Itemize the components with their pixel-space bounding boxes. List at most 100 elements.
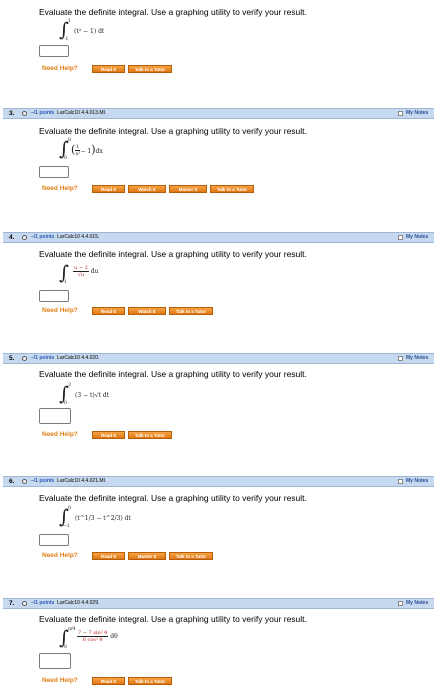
answer-field[interactable]	[39, 290, 69, 302]
status-icon	[22, 111, 27, 116]
lower-limit: 0	[64, 645, 67, 650]
my-notes-toggle[interactable]: My Notes	[398, 478, 430, 485]
read-it-button[interactable]: Read It	[92, 431, 125, 439]
fraction-denominator: 8 cos² θ	[82, 637, 103, 643]
problem-number: 4.	[9, 234, 15, 241]
integrand: 7 − 7 sin² θ8 cos² θ dθ	[77, 630, 118, 643]
problem-header: 3. –/1 points LarCalc10 4.4.013.MI. My N…	[3, 108, 434, 119]
my-notes-toggle[interactable]: My Notes	[398, 234, 430, 241]
points-ref: –/1 points LarCalc10 4.4.013.MI.	[31, 109, 106, 118]
read-it-button[interactable]: Read It	[92, 677, 125, 685]
watch-it-button[interactable]: Watch It	[128, 307, 166, 315]
ref-label: LarCalc10 4.4.021.MI.	[57, 478, 107, 484]
need-help-label: Need Help?	[42, 307, 78, 314]
fraction: 7 − 7 sin² θ8 cos² θ	[77, 630, 109, 643]
status-icon	[22, 601, 27, 606]
integrand: (t² − 1) dt	[74, 28, 105, 35]
fraction-numerator: u − 2	[73, 265, 89, 272]
notes-checkbox-icon	[398, 111, 403, 116]
ref-label: LarCalc10 4.4.029.	[57, 600, 100, 606]
integrand: (t^1/3 − t^2/3) dt	[75, 515, 131, 522]
status-icon	[22, 479, 27, 484]
read-it-button[interactable]: Read It	[92, 185, 125, 193]
lower-limit: 0	[64, 401, 67, 406]
points-ref: –/1 points LarCalc10 4.4.029.	[31, 599, 99, 608]
points-ref: –/1 points LarCalc10 4.4.021.MI.	[31, 477, 106, 486]
my-notes-label: My Notes	[406, 355, 429, 361]
need-help-label: Need Help?	[42, 431, 78, 438]
integral-expression: ∫ 0 −1 (t^1/3 − t^2/3) dt	[59, 506, 149, 533]
points-ref: –/1 points LarCalc10 4.4.015.	[31, 233, 99, 242]
master-it-button[interactable]: Master It	[128, 552, 166, 560]
problem-number: 6.	[9, 478, 15, 485]
lower-limit: 1	[64, 280, 67, 285]
integrand: u − 2 √u du	[73, 265, 98, 278]
points-label: –/1 points	[31, 478, 55, 484]
notes-checkbox-icon	[398, 479, 403, 484]
problem-number: 7.	[9, 600, 15, 607]
my-notes-toggle[interactable]: My Notes	[398, 355, 430, 362]
talk-to-tutor-button[interactable]: Talk to a Tutor	[128, 65, 172, 73]
lower-limit: 0	[64, 156, 67, 161]
talk-to-tutor-button[interactable]: Talk to a Tutor	[169, 307, 213, 315]
need-help-label: Need Help?	[42, 677, 78, 684]
differential: dx	[95, 148, 103, 155]
problem-header: 6. –/1 points LarCalc10 4.4.021.MI. My N…	[3, 476, 434, 487]
answer-field[interactable]	[39, 408, 71, 424]
integral-expression: ∫ π/4 0 7 − 7 sin² θ8 cos² θ dθ	[59, 627, 159, 654]
integral-expression: ∫ 8 0 (1 x² − 1)dx	[59, 138, 129, 165]
integrand: (1 x² − 1)dx	[71, 143, 103, 157]
upper-limit: 3	[68, 383, 71, 388]
lower-limit: −1	[63, 524, 70, 529]
my-notes-toggle[interactable]: My Notes	[398, 600, 430, 607]
ref-label: LarCalc10 4.4.015.	[57, 234, 100, 240]
question-text: Evaluate the definite integral. Use a gr…	[39, 7, 307, 17]
points-label: –/1 points	[31, 600, 55, 606]
problem-number: 3.	[9, 110, 15, 117]
talk-to-tutor-button[interactable]: Talk to a Tutor	[210, 185, 254, 193]
my-notes-label: My Notes	[406, 478, 429, 484]
upper-limit: 0	[68, 506, 71, 511]
question-text: Evaluate the definite integral. Use a gr…	[39, 369, 307, 379]
my-notes-label: My Notes	[406, 234, 429, 240]
need-help-label: Need Help?	[42, 185, 78, 192]
read-it-button[interactable]: Read It	[92, 307, 125, 315]
answer-field[interactable]	[39, 534, 69, 546]
talk-to-tutor-button[interactable]: Talk to a Tutor	[128, 677, 172, 685]
upper-limit: π/4	[68, 627, 76, 632]
question-text: Evaluate the definite integral. Use a gr…	[39, 493, 307, 503]
points-ref: –/1 points LarCalc10 4.4.020.	[31, 354, 99, 363]
question-text: Evaluate the definite integral. Use a gr…	[39, 249, 307, 259]
ref-label: LarCalc10 4.4.013.MI.	[57, 110, 107, 116]
points-label: –/1 points	[31, 234, 55, 240]
problem-number: 5.	[9, 355, 15, 362]
need-help-label: Need Help?	[42, 552, 78, 559]
points-label: –/1 points	[31, 110, 55, 116]
integrand: (3 − t)√t dt	[75, 392, 110, 399]
fraction: u − 2 √u	[73, 265, 89, 278]
read-it-button[interactable]: Read It	[92, 65, 125, 73]
points-label: –/1 points	[31, 355, 55, 361]
fraction-numerator: 7 − 7 sin² θ	[77, 630, 109, 637]
watch-it-button[interactable]: Watch It	[128, 185, 166, 193]
differential: dθ	[110, 633, 118, 640]
my-notes-toggle[interactable]: My Notes	[398, 110, 430, 117]
need-help-label: Need Help?	[42, 65, 78, 72]
lower-limit: -1	[64, 37, 69, 42]
my-notes-label: My Notes	[406, 110, 429, 116]
read-it-button[interactable]: Read It	[92, 552, 125, 560]
integral-expression: ∫ 3 0 (3 − t)√t dt	[59, 383, 139, 410]
problem-header: 5. –/1 points LarCalc10 4.4.020. My Note…	[3, 353, 434, 364]
fraction-denominator: √u	[77, 272, 85, 278]
talk-to-tutor-button[interactable]: Talk to a Tutor	[169, 552, 213, 560]
differential: du	[90, 268, 99, 275]
problem-header: 4. –/1 points LarCalc10 4.4.015. My Note…	[3, 232, 434, 243]
talk-to-tutor-button[interactable]: Talk to a Tutor	[128, 431, 172, 439]
answer-field[interactable]	[39, 45, 69, 57]
status-icon	[22, 356, 27, 361]
ref-label: LarCalc10 4.4.020.	[57, 355, 100, 361]
answer-field[interactable]	[39, 166, 69, 178]
notes-checkbox-icon	[398, 601, 403, 606]
answer-field[interactable]	[39, 653, 71, 669]
master-it-button[interactable]: Master It	[169, 185, 207, 193]
